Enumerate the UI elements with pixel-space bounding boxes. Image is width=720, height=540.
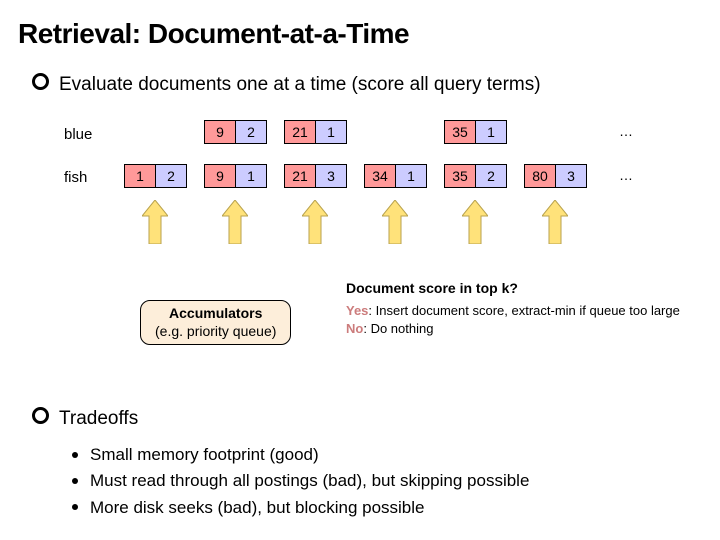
posting-cell: 2 [155,164,187,188]
posting-cell: 9 [204,120,236,144]
ellipsis-icon: … [619,123,633,139]
accumulators-title: Accumulators [155,305,276,323]
up-arrow-icon [462,200,488,244]
intro-line: Evaluate documents one at a time (score … [32,74,541,96]
posting-cell: 3 [315,164,347,188]
term-label-fish: fish [64,169,87,186]
posting-cell: 9 [204,164,236,188]
posting-cell: 21 [284,120,316,144]
posting-cell: 1 [315,120,347,144]
posting-cell: 80 [524,164,556,188]
no-label: No [346,321,363,336]
ellipsis-icon: … [619,167,633,183]
bullet-ring-icon [32,73,49,90]
yes-text: : Insert document score, extract-min if … [368,303,679,318]
bullet-disc-icon [72,478,78,484]
tradeoffs-list: Small memory footprint (good) Must read … [72,442,529,521]
list-item: More disk seeks (bad), but blocking poss… [72,495,529,521]
posting-cell: 35 [444,120,476,144]
list-item: Must read through all postings (bad), bu… [72,468,529,494]
posting-cell: 2 [235,120,267,144]
posting-cell: 1 [124,164,156,188]
term-label-blue: blue [64,126,92,143]
list-item: Small memory footprint (good) [72,442,529,468]
bullet-disc-icon [72,504,78,510]
up-arrow-icon [542,200,568,244]
up-arrow-icon [222,200,248,244]
tradeoff-b: Must read through all postings (bad), bu… [90,471,529,490]
tradeoff-a: Small memory footprint (good) [90,445,319,464]
yes-label: Yes [346,303,368,318]
up-arrow-icon [302,200,328,244]
bullet-ring-icon [32,407,49,424]
accumulators-box: Accumulators (e.g. priority queue) [140,300,291,345]
posting-cell: 21 [284,164,316,188]
up-arrow-icon [382,200,408,244]
answer-yes: Yes: Insert document score, extract-min … [346,302,680,320]
answers-block: Yes: Insert document score, extract-min … [346,302,680,338]
up-arrow-icon [142,200,168,244]
tradeoffs-heading: Tradeoffs [32,408,138,430]
answer-no: No: Do nothing [346,320,680,338]
posting-cell: 34 [364,164,396,188]
posting-cell: 1 [235,164,267,188]
posting-cell: 1 [475,120,507,144]
score-question: Document score in top k? [346,280,518,296]
no-text: : Do nothing [363,321,433,336]
tradeoffs-heading-text: Tradeoffs [59,408,138,429]
slide-title: Retrieval: Document-at-a-Time [18,18,409,50]
bullet-disc-icon [72,452,78,458]
posting-cell: 2 [475,164,507,188]
tradeoff-c: More disk seeks (bad), but blocking poss… [90,498,425,517]
posting-cell: 3 [555,164,587,188]
accumulators-sub: (e.g. priority queue) [155,323,276,341]
posting-cell: 1 [395,164,427,188]
posting-cell: 35 [444,164,476,188]
intro-text: Evaluate documents one at a time (score … [59,74,541,95]
